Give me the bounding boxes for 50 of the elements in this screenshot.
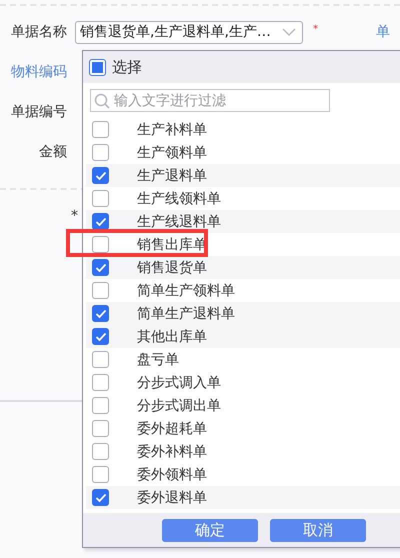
checkbox[interactable] <box>92 121 109 138</box>
checkbox[interactable] <box>92 236 109 253</box>
checkbox[interactable] <box>92 167 109 184</box>
checkbox[interactable] <box>92 374 109 391</box>
check-icon <box>94 308 106 318</box>
field-label: 单据编号 <box>10 103 68 121</box>
checkbox[interactable] <box>92 397 109 414</box>
checkbox[interactable] <box>92 489 109 506</box>
option-item[interactable]: 生产补料单 <box>86 118 400 141</box>
checkbox[interactable] <box>92 328 109 345</box>
filter-field[interactable]: 输入文字进行过滤 <box>90 89 330 112</box>
check-icon <box>94 170 106 180</box>
search-icon <box>94 93 110 109</box>
option-item[interactable]: 简单生产退料单 <box>86 302 400 325</box>
option-item[interactable]: 简单生产领料单 <box>86 279 400 302</box>
option-item[interactable]: 盘亏单 <box>86 348 400 371</box>
checkbox[interactable] <box>92 420 109 437</box>
required-mark: * <box>313 24 318 35</box>
checkbox[interactable] <box>92 466 109 483</box>
checkbox[interactable] <box>92 213 109 230</box>
required-mark: * <box>71 208 78 224</box>
checkbox[interactable] <box>92 282 109 299</box>
option-item[interactable]: 委外补料单 <box>86 440 400 463</box>
check-icon <box>94 332 106 342</box>
option-item[interactable]: 其他出库单 <box>86 325 400 348</box>
option-item[interactable]: 委外退料单 <box>86 486 400 509</box>
option-item[interactable]: 委外领料单 <box>86 463 400 486</box>
check-icon <box>94 492 106 502</box>
option-item[interactable]: 分步式调入单 <box>86 371 400 394</box>
select-field[interactable]: 销售退货单,生产退料单,生产… <box>75 20 303 44</box>
option-item[interactable]: 生产线退料单 <box>86 210 400 233</box>
check-icon <box>94 262 106 272</box>
checkbox[interactable] <box>92 443 109 460</box>
field-label: 单据名称 <box>10 23 68 41</box>
option-item[interactable]: 生产退料单 <box>86 164 400 187</box>
option-item[interactable]: 销售退货单 <box>86 256 400 279</box>
field-label: 金额 <box>38 143 68 161</box>
checkbox[interactable] <box>92 351 109 368</box>
checkbox[interactable] <box>92 259 109 276</box>
check-icon <box>94 216 106 226</box>
option-item[interactable]: 生产线领料单 <box>86 187 400 210</box>
checkbox[interactable] <box>89 58 106 76</box>
checkbox[interactable] <box>92 144 109 161</box>
option-item[interactable]: 分步式调出单 <box>86 394 400 417</box>
option-item[interactable]: 生产领料单 <box>86 141 400 164</box>
checkbox[interactable] <box>92 305 109 322</box>
select-all-label: 选择 <box>112 58 142 76</box>
chevron-down-icon <box>282 28 296 36</box>
checkbox[interactable] <box>92 190 109 207</box>
option-item[interactable]: 委外超耗单 <box>86 417 400 440</box>
